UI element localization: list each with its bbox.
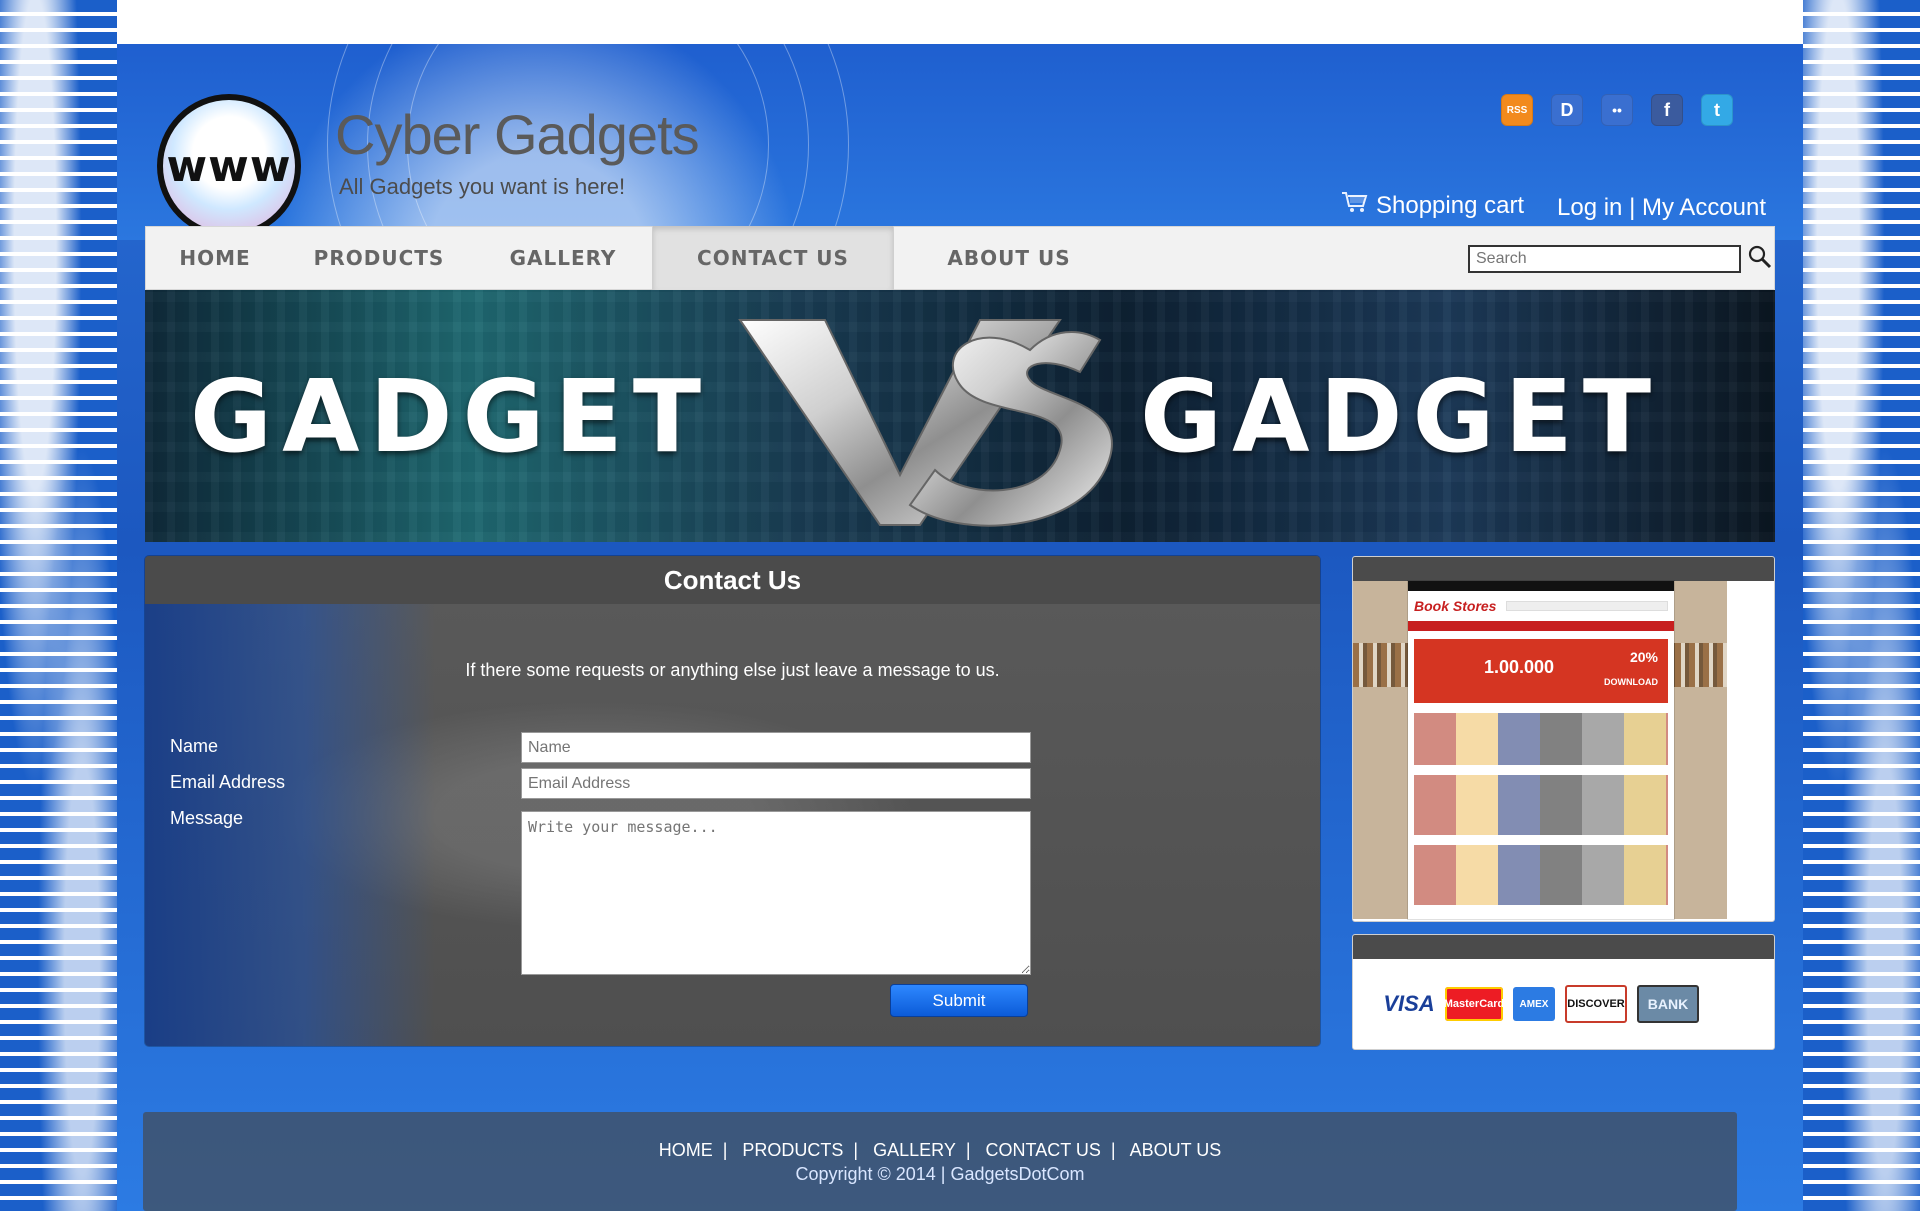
site-logo[interactable]: www	[157, 94, 301, 238]
thumbnail-nav	[1408, 621, 1674, 631]
thumbnail-topbar	[1408, 581, 1674, 591]
nav-home[interactable]: HOME	[146, 226, 284, 290]
flickr-icon[interactable]: ••	[1601, 94, 1633, 126]
cart-icon	[1340, 189, 1370, 222]
site-header: www Cyber Gadgets All Gadgets you want i…	[117, 44, 1803, 240]
footer: HOME | PRODUCTS | GALLERY | CONTACT US | ABO…	[143, 1112, 1737, 1211]
contact-title: Contact Us	[663, 564, 802, 595]
sidebar-preview-header	[1353, 557, 1774, 581]
footer-links: HOME | PRODUCTS | GALLERY | CONTACT US | ABO…	[143, 1140, 1737, 1161]
site-logo-text: www	[163, 100, 295, 232]
hero-banner: GADGET VS GADGET	[145, 290, 1775, 542]
message-textarea[interactable]	[521, 811, 1031, 975]
amex-logo: AMEX	[1513, 987, 1555, 1021]
contact-left-decoration	[145, 556, 435, 1046]
bank-logo: BANK	[1637, 985, 1699, 1023]
discover-logo: DISCOVER	[1565, 985, 1627, 1023]
email-field[interactable]	[521, 768, 1031, 799]
thumbnail-promo-discount: 20%	[1629, 649, 1658, 665]
site-tagline: All Gadgets you want is here!	[339, 174, 626, 199]
footer-link-about-us[interactable]: ABOUT US	[1130, 1140, 1222, 1160]
flickr-icon-glyph: ••	[1612, 102, 1622, 118]
thumbnail-promo: 1.00.000 20% DOWNLOAD	[1414, 639, 1668, 703]
message-label: Message	[170, 808, 244, 828]
footer-separator: |	[722, 1140, 728, 1160]
footer-separator: |	[853, 1140, 859, 1160]
bookstore-screenshot: Book Stores 1.00.000 20% DOWNLOAD	[1408, 581, 1674, 919]
footer-link-home[interactable]: HOME	[659, 1140, 713, 1160]
sidebar-preview-panel: Book Stores 1.00.000 20% DOWNLOAD	[1352, 556, 1775, 922]
nav-products[interactable]: PRODUCTS	[284, 226, 474, 290]
contact-us-panel: Contact Us If there some requests or any…	[145, 556, 1320, 1046]
nav-contact-us[interactable]: CONTACT US	[652, 226, 894, 290]
facebook-icon[interactable]: f	[1651, 94, 1683, 126]
delicious-icon-glyph: D	[1560, 99, 1574, 120]
twitter-icon-glyph: t	[1714, 99, 1720, 120]
mastercard-logo: MasterCard	[1444, 987, 1504, 1021]
my-account-link[interactable]: My Account	[1642, 194, 1766, 221]
facebook-icon-glyph: f	[1664, 99, 1670, 120]
contact-intro: If there some requests or anything else …	[465, 660, 1000, 680]
banner-left-text: GADGET	[190, 358, 712, 475]
footer-link-products[interactable]: PRODUCTS	[742, 1140, 843, 1160]
shopping-cart-link[interactable]: Shopping cart	[1340, 189, 1524, 222]
contact-title-bar: Contact Us	[145, 556, 1320, 604]
payment-cards: VISA MasterCard AMEX DISCOVER BANK	[1383, 985, 1699, 1023]
thumbnail-book-grid	[1414, 713, 1668, 905]
name-label: Name	[170, 736, 219, 756]
social-links: RSS D •• f t	[1501, 94, 1733, 126]
rss-icon[interactable]: RSS	[1501, 94, 1533, 126]
rss-icon-glyph: RSS	[1506, 104, 1528, 116]
nav-about-us[interactable]: ABOUT US	[894, 226, 1124, 290]
top-white-strip	[117, 0, 1803, 44]
thumbnail-logo: Book Stores	[1414, 598, 1497, 614]
submit-button[interactable]: Submit	[890, 984, 1028, 1017]
shopping-cart-label: Shopping cart	[1376, 191, 1525, 219]
thumbnail-header: Book Stores	[1408, 591, 1674, 621]
banner-right-text: GADGET	[1140, 358, 1662, 475]
footer-link-gallery[interactable]: GALLERY	[873, 1140, 956, 1160]
account-separator: |	[1629, 194, 1636, 221]
account-links: Log in | My Account	[1557, 194, 1766, 222]
page: www Cyber Gadgets All Gadgets you want i…	[117, 0, 1803, 1211]
left-background-decoration	[0, 0, 117, 1211]
main-navigation: HOME PRODUCTS GALLERY CONTACT US ABOUT U…	[145, 226, 1775, 290]
footer-copyright: Copyright © 2014 | GadgetsDotCom	[795, 1164, 1085, 1184]
payment-methods-header	[1353, 935, 1774, 959]
payment-methods-panel: VISA MasterCard AMEX DISCOVER BANK	[1352, 934, 1775, 1050]
footer-link-contact-us[interactable]: CONTACT US	[986, 1140, 1101, 1160]
visa-logo: VISA	[1383, 991, 1435, 1016]
site-title[interactable]: Cyber Gadgets	[335, 102, 700, 167]
name-field[interactable]	[521, 732, 1031, 763]
footer-separator: |	[965, 1140, 971, 1160]
login-link[interactable]: Log in	[1557, 194, 1622, 221]
thumbnail-promo-number: 1.00.000	[1484, 657, 1555, 677]
email-label: Email Address	[170, 772, 286, 792]
footer-separator: |	[1110, 1140, 1116, 1160]
right-background-decoration	[1803, 0, 1920, 1211]
search-icon[interactable]	[1746, 243, 1772, 269]
bookstore-thumbnail[interactable]: Book Stores 1.00.000 20% DOWNLOAD	[1353, 581, 1727, 919]
nav-gallery[interactable]: GALLERY	[474, 226, 652, 290]
delicious-icon[interactable]: D	[1551, 94, 1583, 126]
twitter-icon[interactable]: t	[1701, 94, 1733, 126]
thumbnail-promo-download: DOWNLOAD	[1604, 677, 1658, 687]
banner-vs-graphic: VS	[738, 319, 1114, 527]
search-input[interactable]	[1468, 245, 1741, 273]
